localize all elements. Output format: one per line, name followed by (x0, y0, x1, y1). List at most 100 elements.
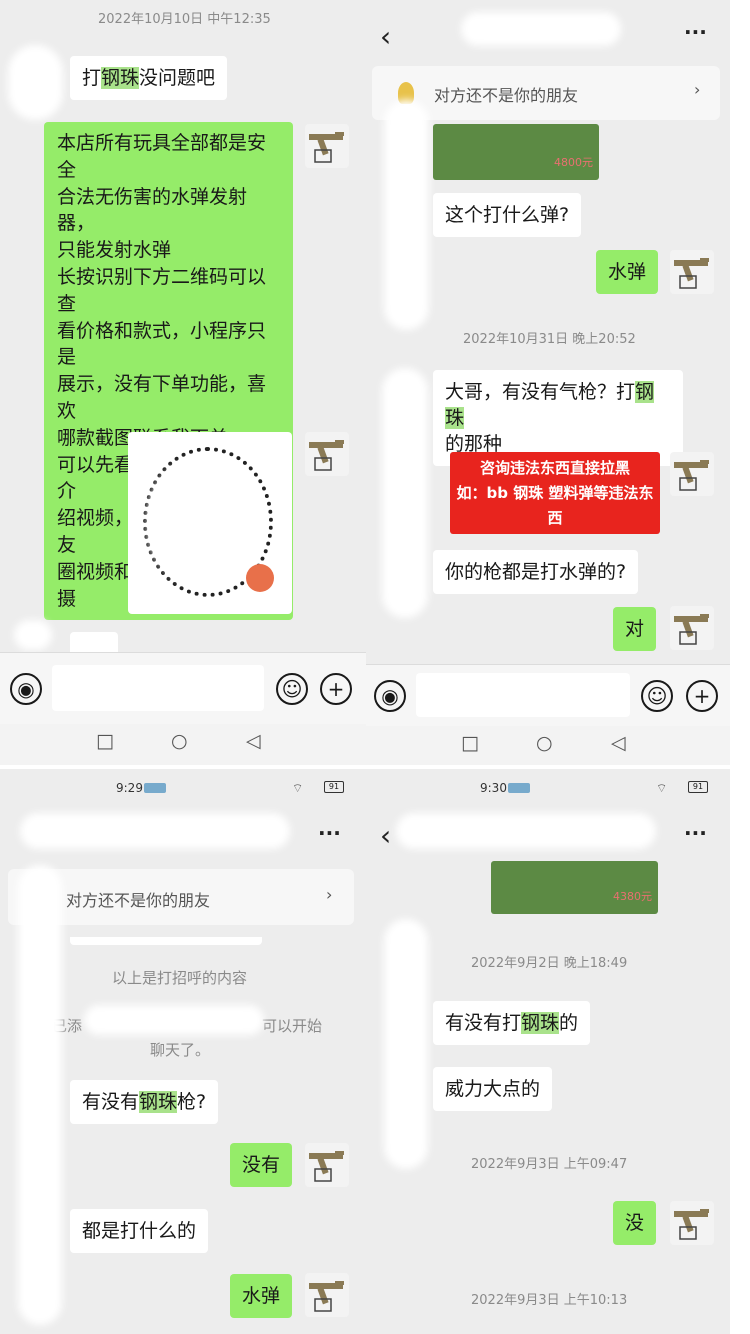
shop-message-line: 只能发射水弹 (57, 239, 172, 262)
shop-avatar-icon[interactable] (305, 1273, 349, 1317)
message-bubble[interactable]: 没 (613, 1201, 657, 1245)
back-icon[interactable]: ‹ (380, 819, 391, 852)
status-time: 9:29 (116, 781, 143, 795)
redaction (384, 100, 429, 330)
triangle-nav-icon[interactable]: ◁ (246, 730, 261, 752)
message-text: 对 (625, 618, 645, 640)
wifi-icon: ⌔ (292, 781, 304, 795)
timestamp: 2022年9月3日 上午09:47 (471, 1157, 628, 1172)
notice-text: 对方还不是你的朋友 (434, 86, 579, 105)
price-tag: 4380元 (613, 890, 652, 903)
shop-avatar-icon[interactable] (670, 1201, 714, 1245)
message-text: 你的枪都是打水弹的? (445, 561, 627, 583)
message-text: 没有 (242, 1154, 281, 1176)
more-icon[interactable]: ··· (318, 821, 341, 845)
battery-icon: 91 (688, 781, 708, 793)
message-text: 大哥，有没有气枪？打 (445, 381, 636, 403)
status-time: 9:30 (480, 781, 507, 795)
wifi-icon: ⌔ (656, 781, 668, 795)
message-text: 有没有 (82, 1091, 140, 1113)
message-text: 都是打什么的 (82, 1220, 197, 1242)
back-icon[interactable]: ‹ (380, 20, 391, 53)
message-input[interactable] (52, 665, 264, 711)
timestamp: 2022年9月2日 晚上18:49 (471, 956, 628, 971)
notice-text: 对方还不是你的朋友 (66, 891, 211, 910)
mini-program-icon (246, 564, 274, 592)
timestamp: 2022年10月10日 中午12:35 (98, 12, 271, 27)
shop-avatar-icon[interactable] (305, 1143, 349, 1187)
shop-message-line: 合法无伤害的水弹发射器， (57, 185, 248, 235)
message-text: 没问题吧 (139, 67, 216, 89)
redaction (396, 813, 656, 849)
shop-avatar-icon[interactable] (670, 452, 714, 496)
message-bubble[interactable]: 威力大点的 (433, 1067, 553, 1111)
system-message: 聊天了。 (150, 1041, 211, 1059)
message-bubble[interactable]: 都是打什么的 (70, 1209, 209, 1253)
redaction (148, 462, 258, 582)
message-input[interactable] (416, 673, 630, 717)
system-nav-bar: □ ○ ◁ (366, 726, 730, 765)
shop-message-line: 本店所有玩具全部都是安全 (57, 132, 267, 181)
chat-panel-1: 2022年10月10日 中午12:35 打钢珠没问题吧 本店所有玩具全部都是安全… (0, 0, 366, 765)
chevron-right-icon: › (694, 80, 701, 99)
circle-nav-icon[interactable]: ○ (536, 732, 553, 754)
product-image[interactable]: 4800元 (433, 124, 599, 180)
redaction (20, 813, 290, 849)
message-bubble[interactable]: 打钢珠没问题吧 (70, 56, 228, 100)
notification-icons (508, 783, 530, 793)
message-bubble[interactable]: 对 (613, 607, 657, 651)
emoji-icon[interactable]: ☺ (276, 673, 308, 705)
message-bubble-partial (70, 937, 262, 945)
shop-message-line: 展示，没有下单功能，喜欢 (57, 373, 267, 422)
system-message: 以上是打招呼的内容 (112, 969, 248, 987)
shop-avatar-icon[interactable] (305, 124, 349, 168)
timestamp: 2022年9月3日 上午10:13 (471, 1293, 628, 1308)
message-text: 这个打什么弹? (445, 204, 570, 226)
message-bubble[interactable]: 你的枪都是打水弹的? (433, 550, 639, 594)
message-text: 没 (625, 1212, 645, 1234)
message-bubble[interactable]: 有没有钢珠枪? (70, 1080, 219, 1124)
message-bubble[interactable]: 这个打什么弹? (433, 193, 582, 237)
shop-avatar-icon[interactable] (305, 432, 349, 476)
qr-code-image[interactable] (128, 432, 292, 614)
message-text: 有没有打 (445, 1012, 522, 1034)
triangle-nav-icon[interactable]: ◁ (611, 732, 626, 754)
message-text: 打 (82, 67, 102, 89)
warning-text: 如：bb 钢珠 塑料弹等违法东西 (456, 484, 654, 527)
message-highlight: 钢珠 (139, 1091, 178, 1113)
shop-message-line: 长按识别下方二维码可以查 (57, 265, 267, 315)
system-nav-bar: □ ○ ◁ (0, 724, 366, 765)
more-icon[interactable]: ··· (684, 20, 707, 44)
plus-icon[interactable]: + (320, 673, 352, 705)
square-nav-icon[interactable]: □ (461, 732, 479, 754)
message-text: 水弹 (608, 261, 647, 283)
square-nav-icon[interactable]: □ (96, 730, 114, 752)
shop-avatar-icon[interactable] (670, 606, 714, 650)
notification-icons (144, 783, 166, 793)
message-bubble[interactable]: 有没有打钢珠的 (433, 1001, 591, 1045)
redaction (382, 368, 428, 618)
voice-icon[interactable]: ◉ (10, 673, 42, 705)
message-bubble[interactable]: 水弹 (596, 250, 659, 294)
redaction (461, 12, 621, 46)
circle-nav-icon[interactable]: ○ (171, 730, 188, 752)
redaction (84, 1005, 264, 1035)
redaction (8, 45, 63, 120)
emoji-icon[interactable]: ☺ (641, 680, 673, 712)
shop-avatar-icon[interactable] (670, 250, 714, 294)
plus-icon[interactable]: + (686, 680, 718, 712)
message-text: 威力大点的 (445, 1078, 541, 1100)
message-text: 枪? (177, 1091, 207, 1113)
chat-panel-4: 9:30 ⌔ 91 ‹ ··· 4380元 2022年9月2日 晚上18:49 … (366, 769, 730, 1334)
message-bubble[interactable]: 没有 (230, 1143, 293, 1187)
message-highlight: 钢珠 (521, 1012, 560, 1034)
input-bar: ◉ ☺ + (0, 652, 366, 724)
redaction (384, 919, 428, 1169)
message-bubble-partial (70, 632, 118, 652)
product-image[interactable]: 4380元 (491, 861, 658, 914)
more-icon[interactable]: ··· (684, 821, 707, 845)
warning-image[interactable]: 咨询违法东西直接拉黑 如：bb 钢珠 塑料弹等违法东西 (450, 452, 660, 534)
message-bubble[interactable]: 水弹 (230, 1274, 293, 1318)
voice-icon[interactable]: ◉ (374, 680, 406, 712)
chat-panel-3: 9:29 ⌔ 91 ··· 对方还不是你的朋友 › 以上是打招呼的内容 已添 可以… (0, 769, 366, 1334)
